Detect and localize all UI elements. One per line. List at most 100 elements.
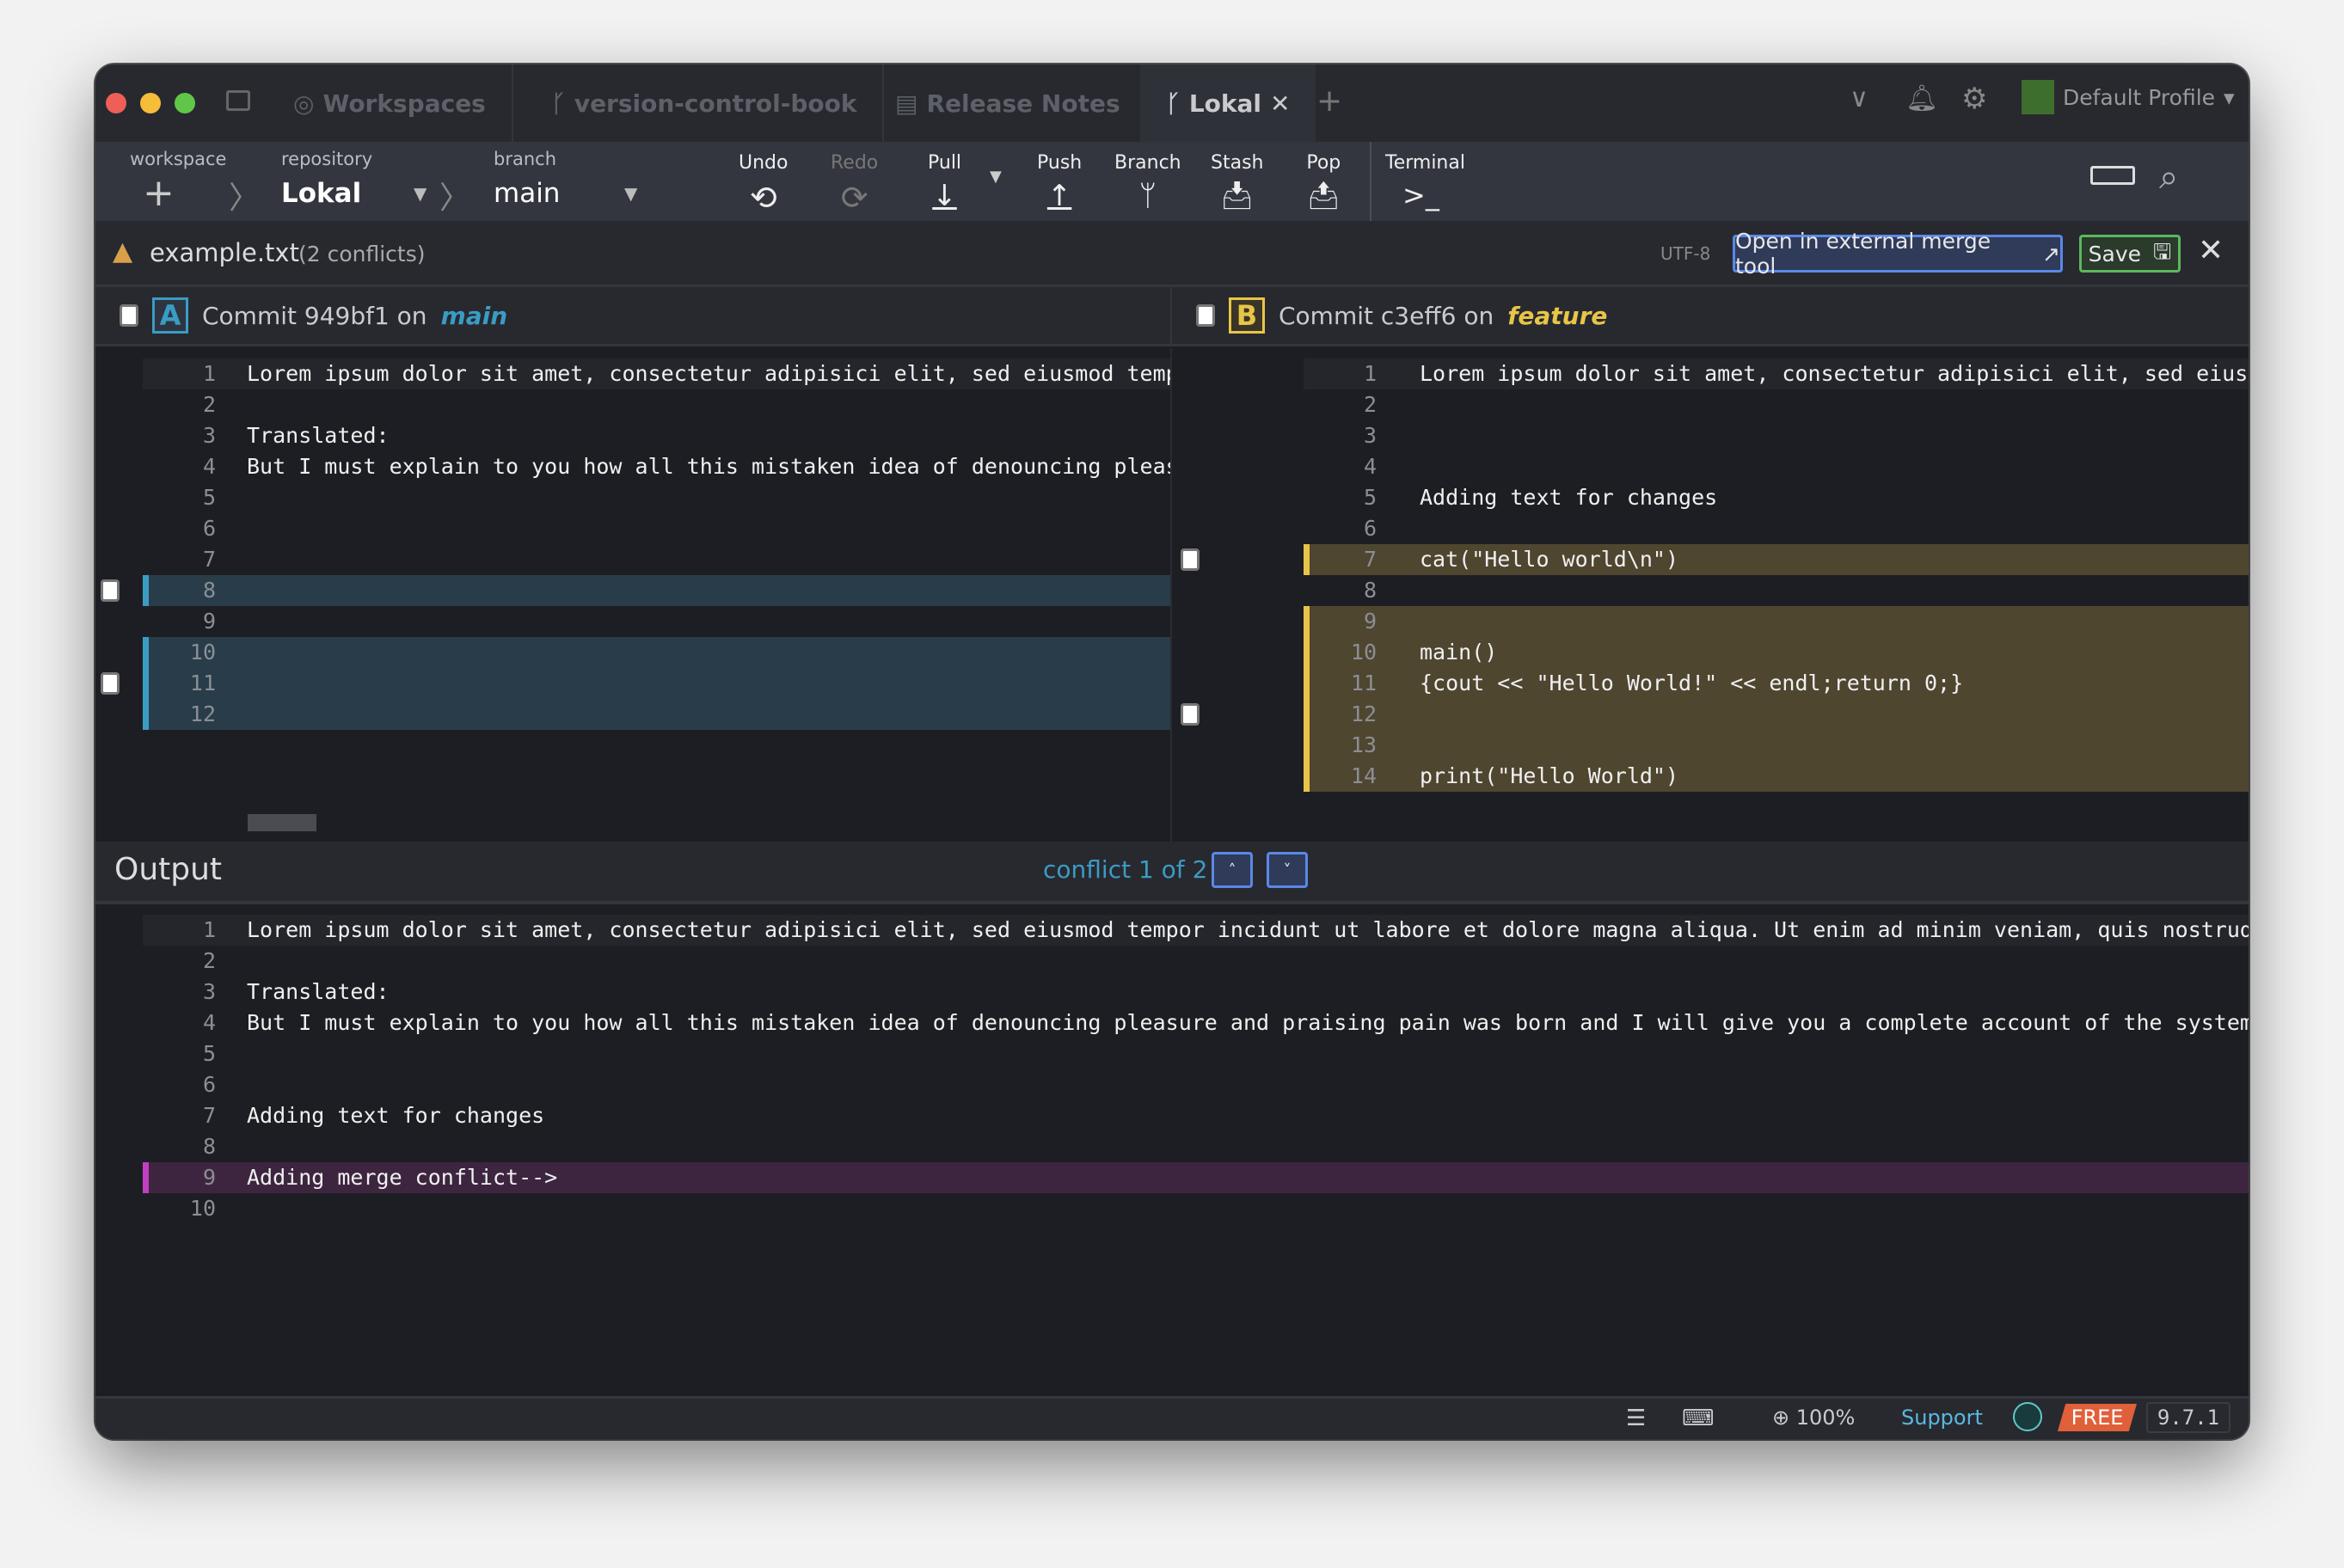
clipboard-icon: ▤	[895, 89, 918, 118]
code-line: 11	[143, 668, 1170, 699]
gear-icon[interactable]: ⚙	[1961, 82, 1987, 116]
close-window-button[interactable]	[106, 93, 126, 113]
line-number: 4	[202, 454, 216, 479]
code-line: 6	[1304, 513, 2249, 544]
code-line: 7 cat("Hello world\n")	[1304, 544, 2249, 575]
code-line: 4 But I must explain to you how all this …	[143, 1008, 2249, 1038]
code-line: 7 Adding text for changes	[143, 1100, 2249, 1131]
undo-button[interactable]: Undo ⟲	[739, 152, 788, 217]
line-number: 3	[1363, 423, 1377, 448]
layout-toggle-icon[interactable]	[2090, 166, 2135, 185]
line-number: 9	[1363, 609, 1377, 634]
branch-selector[interactable]: main	[494, 178, 560, 209]
pane-a-editor[interactable]: 1 Lorem ipsum dolor sit amet, consectetur…	[95, 348, 1170, 842]
redo-button[interactable]: Redo ⟳	[831, 152, 878, 217]
save-button[interactable]: Save 🖫	[2079, 235, 2181, 273]
app-window: ◎ Workspaces ᚴ version-control-book ▤ Relea…	[95, 64, 2249, 1439]
pull-button[interactable]: Pull ↓	[928, 152, 961, 213]
pane-b-branch: feature	[1507, 301, 1608, 330]
line-select-checkbox[interactable]	[1181, 548, 1200, 571]
next-conflict-button[interactable]: ˅	[1267, 852, 1308, 888]
line-text: Adding text for changes	[247, 1103, 545, 1128]
minimize-window-button[interactable]	[140, 93, 161, 113]
line-text: print("Hello World")	[1420, 763, 1679, 788]
file-header: ▲ example.txt (2 conflicts) UTF-8 Open i…	[95, 221, 2249, 287]
pane-b-editor[interactable]: 1 Lorem ipsum dolor sit amet, consectetur…	[1170, 348, 2249, 842]
line-number: 13	[1350, 732, 1377, 757]
tab-lokal[interactable]: ᚴ Lokal ✕	[1140, 64, 1316, 142]
code-line: 13	[1304, 730, 2249, 761]
tab-workspaces[interactable]: ◎ Workspaces	[267, 64, 513, 142]
line-number: 8	[202, 578, 216, 603]
line-number: 3	[202, 979, 216, 1004]
code-line: 1 Lorem ipsum dolor sit amet, consectetur…	[143, 915, 2249, 946]
stash-button[interactable]: Stash 📥︎	[1211, 152, 1263, 211]
chevron-right-icon: 〉	[229, 181, 261, 216]
code-line: 5	[143, 1038, 2249, 1069]
search-icon[interactable]: ⌕	[2159, 157, 2178, 197]
line-text: Lorem ipsum dolor sit amet, consectetur …	[247, 917, 2249, 942]
line-number: 1	[202, 917, 216, 942]
pane-a-badge: A	[152, 297, 188, 334]
tab-version-control-book[interactable]: ᚴ version-control-book	[525, 64, 885, 142]
code-line: 9 Adding merge conflict-->	[143, 1162, 2249, 1193]
branch-button[interactable]: Branch ᛘ	[1114, 152, 1181, 213]
pop-button[interactable]: Pop 📤︎	[1306, 152, 1341, 211]
line-select-checkbox[interactable]	[101, 672, 120, 695]
zoom-indicator[interactable]: ⊕ 100%	[1772, 1406, 1855, 1430]
line-number: 12	[1350, 701, 1377, 726]
list-icon[interactable]: ☰	[1626, 1406, 1646, 1431]
keyboard-icon[interactable]: ⌨	[1682, 1406, 1715, 1431]
output-editor[interactable]: 1 Lorem ipsum dolor sit amet, consectetur…	[95, 904, 2249, 1396]
line-text: Lorem ipsum dolor sit amet, consectetur …	[247, 361, 1170, 386]
folder-icon[interactable]	[226, 90, 250, 111]
close-tab-icon[interactable]: ✕	[1270, 89, 1290, 118]
line-select-checkbox[interactable]	[1181, 703, 1200, 726]
code-line: 10	[143, 637, 1170, 668]
line-number: 8	[202, 1134, 216, 1159]
support-link[interactable]: Support	[1901, 1406, 1983, 1430]
code-line: 7	[143, 544, 1170, 575]
chevron-right-icon: 〉	[439, 181, 471, 216]
push-button[interactable]: Push ↑	[1037, 152, 1082, 213]
previous-conflict-button[interactable]: ˄	[1212, 852, 1253, 888]
line-number: 5	[202, 1041, 216, 1066]
line-number: 6	[1363, 516, 1377, 541]
pane-a-select-all-checkbox[interactable]	[120, 304, 138, 327]
open-external-merge-tool-button[interactable]: Open in external merge tool ↗	[1733, 229, 2063, 279]
add-workspace-button[interactable]: +	[143, 171, 175, 215]
pane-b-badge: B	[1229, 297, 1265, 334]
pane-b-select-all-checkbox[interactable]	[1196, 304, 1215, 327]
caret-down-icon[interactable]: ▼	[414, 183, 426, 204]
bell-icon[interactable]: 🔔︎	[1905, 83, 1938, 113]
caret-down-icon: ▾	[2224, 84, 2235, 110]
chevron-down-icon[interactable]: ∨	[1850, 83, 1868, 113]
line-number: 11	[1350, 671, 1377, 695]
chevron-up-icon: ˄	[1228, 861, 1236, 879]
line-number: 12	[189, 701, 216, 726]
repo-branch-icon: ᚴ	[551, 89, 566, 118]
close-icon[interactable]: ✕	[2198, 233, 2224, 268]
zoom-icon: ⊕	[1772, 1406, 1790, 1430]
plan-badge[interactable]: FREE	[2058, 1404, 2137, 1431]
line-select-checkbox[interactable]	[101, 579, 120, 602]
terminal-button[interactable]: Terminal >_	[1385, 152, 1465, 211]
profile-selector[interactable]: Default Profile ▾	[2022, 80, 2235, 114]
pull-options-caret[interactable]: ▼	[990, 168, 1002, 186]
tab-release-notes[interactable]: ▤ Release Notes	[869, 64, 1148, 142]
line-text: Translated:	[247, 423, 390, 448]
caret-down-icon[interactable]: ▼	[624, 183, 637, 204]
new-tab-button[interactable]: +	[1316, 83, 1342, 119]
line-number: 5	[1363, 485, 1377, 510]
pull-icon: ↓	[932, 179, 957, 213]
code-line: 3 Translated:	[143, 977, 2249, 1008]
horizontal-scrollbar[interactable]	[248, 814, 316, 831]
branch-label: branch	[494, 149, 556, 169]
line-number: 1	[202, 361, 216, 386]
code-line: 5	[143, 482, 1170, 513]
pane-a-header: A Commit 949bf1 on main	[95, 287, 1170, 346]
maximize-window-button[interactable]	[175, 93, 195, 113]
line-number: 7	[202, 547, 216, 572]
repository-selector[interactable]: Lokal	[281, 178, 361, 209]
line-text: cat("Hello world\n")	[1420, 547, 1679, 572]
